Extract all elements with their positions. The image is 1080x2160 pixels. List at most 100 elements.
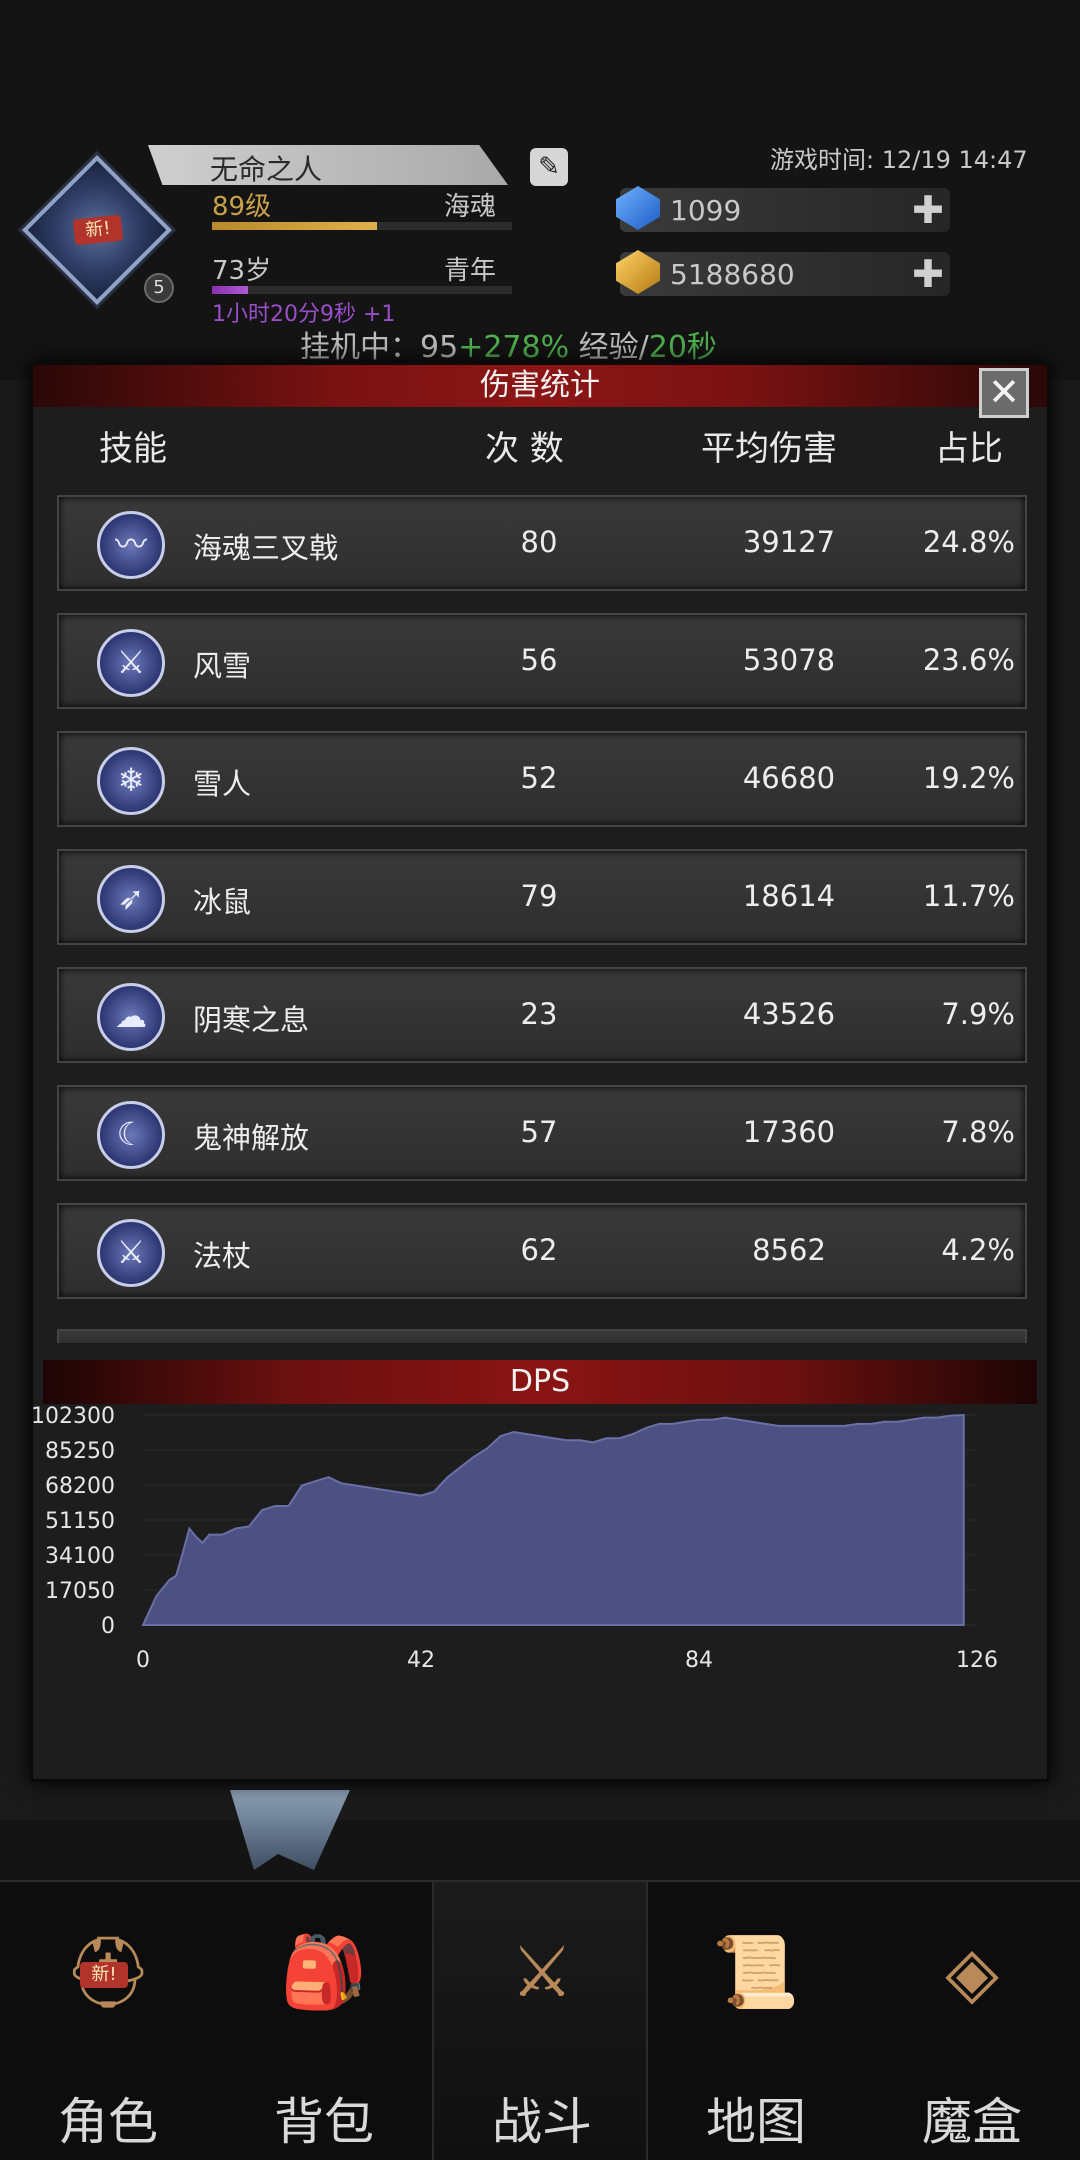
skill-avg-damage: 53078 (742, 643, 836, 677)
gem-count: 1099 (670, 194, 742, 227)
dps-chart: 0 17050 34100 51150 68200 85250 102300 0 42 84 126 (33, 1405, 998, 1673)
afk-value: 95 (420, 330, 459, 365)
dps-series-area (141, 1413, 965, 1626)
skill-count: 56 (520, 643, 558, 677)
skill-percent: 24.8% (922, 525, 1015, 559)
column-header-percent: 占比 (935, 429, 1003, 469)
column-header-skill: 技能 (99, 429, 167, 469)
game-time: 游戏时间: 12/19 14:47 (770, 146, 1028, 174)
skill-percent: 23.6% (922, 643, 1015, 677)
column-header-count: 次 数 (485, 429, 564, 469)
sword-icon: ⚔ (97, 629, 165, 697)
avatar-rank-badge: 5 (144, 273, 174, 303)
skill-name: 鬼神解放 (193, 1121, 310, 1155)
nav-item-2[interactable]: ⚔ 战斗 (432, 1882, 648, 2160)
afk-bonus: +278% (458, 330, 570, 365)
ice-spikes-icon: ❄ (97, 747, 165, 815)
skill-avg-damage: 8562 (752, 1233, 826, 1267)
skill-name: 冰鼠 (193, 885, 252, 919)
x-tick-label: 0 (136, 1648, 150, 1673)
shield-sword-icon: ⚔ (510, 1931, 574, 2013)
bottom-nav: ⛑角色新!🎒背包⚔战斗📜地图◈魔盒 (0, 1880, 1080, 2160)
avatar[interactable]: 新! 5 (22, 155, 174, 305)
new-badge: 新! (80, 1962, 128, 1988)
y-tick-label: 17050 (45, 1579, 115, 1604)
skill-count: 57 (520, 1115, 558, 1149)
nav-label: 魔盒 (922, 2093, 1022, 2151)
avatar-new-badge: 新! (72, 214, 124, 246)
y-tick-label: 102300 (33, 1405, 115, 1429)
gold-resource: 5188680 ✚ (616, 250, 950, 296)
table-row: ❄ 雪人 52 46680 19.2% (57, 731, 1027, 827)
modal-title: 伤害统计 (33, 365, 1047, 407)
staff-icon: ⚔ (97, 1219, 165, 1287)
player-name: 无命之人 (210, 153, 323, 186)
backpack-icon: 🎒 (280, 1931, 368, 2013)
y-tick-label: 85250 (45, 1439, 115, 1464)
slash-icon: ☾ (97, 1101, 165, 1169)
table-row: ⚔ 法杖 62 8562 4.2% (57, 1203, 1027, 1299)
arrows-icon: ➶ (97, 865, 165, 933)
table-row: ➶ 冰鼠 79 18614 11.7% (57, 849, 1027, 945)
skill-count: 52 (520, 761, 558, 795)
skill-percent: 19.2% (922, 761, 1015, 795)
skill-avg-damage: 43526 (742, 997, 836, 1031)
x-tick-label: 84 (685, 1648, 713, 1673)
y-tick-label: 0 (101, 1614, 115, 1639)
nav-item-0[interactable]: ⛑角色新! (0, 1882, 216, 2160)
gem-resource: 1099 ✚ (616, 186, 950, 232)
skill-percent: 7.8% (941, 1115, 1015, 1149)
y-tick-label: 51150 (45, 1509, 115, 1534)
nav-label: 战斗 (492, 2093, 592, 2151)
skill-name: 阴寒之息 (193, 1003, 310, 1037)
list-item-partial (57, 1329, 1027, 1343)
skill-avg-damage: 39127 (742, 525, 836, 559)
column-header-avg-damage: 平均伤害 (701, 429, 837, 469)
afk-status: 挂机中：95+278% 经验/20秒 (300, 322, 717, 366)
life-stage: 青年 (444, 256, 497, 286)
skill-name: 海魂三叉戟 (193, 531, 339, 565)
table-row: ⚔ 风雪 56 53078 23.6% (57, 613, 1027, 709)
damage-stats-modal: 伤害统计 ✕ 技能 次 数 平均伤害 占比 〰海魂三叉戟 80 39127 24.8%… (30, 362, 1050, 1782)
afk-rate: 20秒 (648, 330, 717, 365)
skill-name: 法杖 (193, 1239, 252, 1273)
player-level: 89级 (212, 192, 272, 222)
skill-percent: 4.2% (941, 1233, 1015, 1267)
player-class: 海魂 (444, 192, 497, 222)
nav-item-3[interactable]: 📜 地图 (648, 1882, 864, 2160)
level-progress-fill (212, 222, 377, 230)
skill-avg-damage: 18614 (742, 879, 836, 913)
table-row: ☁ 阴寒之息 23 43526 7.9% (57, 967, 1027, 1063)
table-row: 〰海魂三叉戟 80 39127 24.8% (57, 495, 1027, 591)
skill-avg-damage: 17360 (742, 1115, 836, 1149)
wave-icon: 〰 (97, 511, 165, 579)
gem-icon (616, 186, 660, 230)
close-button[interactable]: ✕ (979, 368, 1029, 418)
y-tick-label: 68200 (45, 1474, 115, 1499)
y-tick-label: 34100 (45, 1544, 115, 1569)
table-row: ☾ 鬼神解放 57 17360 7.8% (57, 1085, 1027, 1181)
afk-middle: 经验/ (569, 330, 649, 365)
name-plate (148, 145, 508, 185)
edit-icon[interactable]: ✎ (530, 148, 568, 186)
add-gems-button[interactable]: ✚ (912, 188, 944, 232)
level-progress-bar (212, 222, 512, 230)
skill-percent: 7.9% (941, 997, 1015, 1031)
skill-count: 62 (520, 1233, 558, 1267)
x-tick-label: 126 (956, 1648, 998, 1673)
nav-item-4[interactable]: ◈ 魔盒 (864, 1882, 1080, 2160)
skill-count: 80 (520, 525, 558, 559)
scroll-map-icon: 📜 (712, 1931, 800, 2013)
skill-avg-damage: 46680 (742, 761, 836, 795)
nav-label: 角色 (58, 2093, 158, 2151)
gold-count: 5188680 (670, 258, 795, 291)
dps-chart-title: DPS (43, 1360, 1037, 1404)
age-progress-bar (212, 286, 512, 294)
ice-crystal-decoration (230, 1790, 350, 1870)
add-gold-button[interactable]: ✚ (912, 252, 944, 296)
age-progress-fill (212, 286, 248, 294)
skill-name: 风雪 (193, 649, 252, 683)
x-tick-label: 42 (407, 1648, 435, 1673)
skill-name: 雪人 (193, 767, 252, 801)
nav-item-1[interactable]: 🎒 背包 (216, 1882, 432, 2160)
